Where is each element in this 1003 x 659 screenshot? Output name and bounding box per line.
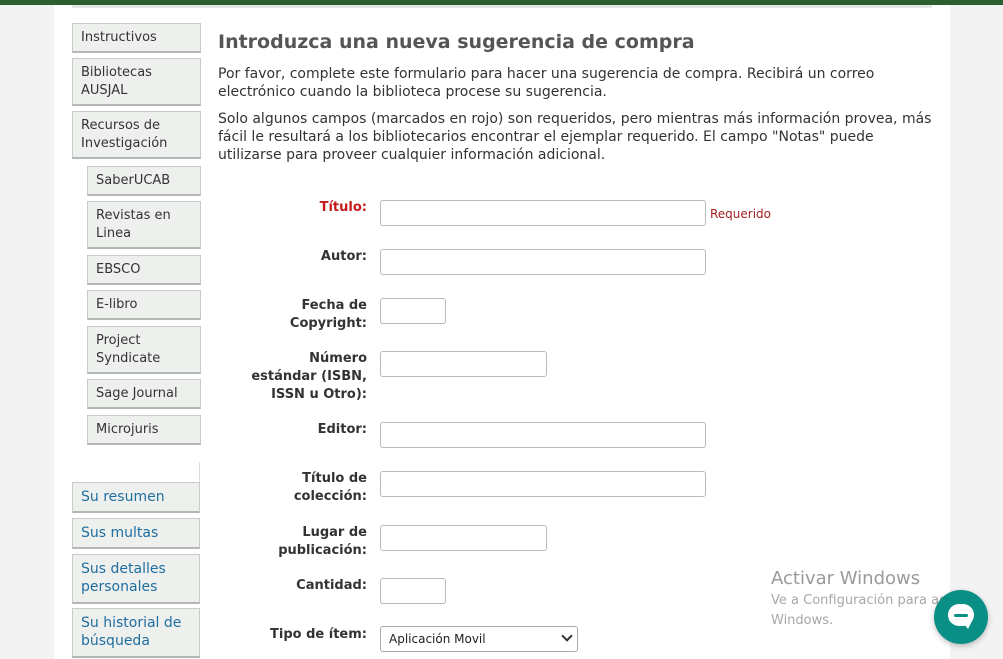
standard-number-label: Número estándar (ISBN, ISSN u Otro): xyxy=(251,351,367,402)
quantity-input[interactable] xyxy=(380,578,446,604)
author-label: Autor: xyxy=(320,249,367,264)
item-type-label: Tipo de ítem: xyxy=(270,627,367,642)
title-input[interactable] xyxy=(380,200,706,226)
copyright-input[interactable] xyxy=(380,298,446,324)
publication-place-label: Lugar de publicación: xyxy=(278,525,367,558)
nav-item-recursos[interactable]: Recursos de Investigación xyxy=(72,111,201,159)
publisher-label: Editor: xyxy=(317,422,367,437)
help-paragraph: Solo algunos campos (marcados en rojo) s… xyxy=(218,111,932,163)
publisher-input[interactable] xyxy=(380,422,706,448)
required-note: Requerido xyxy=(710,207,772,221)
nav-subitem-microjuris[interactable]: Microjuris xyxy=(87,415,201,445)
publication-place-input[interactable] xyxy=(380,525,547,551)
nav-user-multas[interactable]: Sus multas xyxy=(72,518,200,549)
activation-watermark-line3: Windows. xyxy=(771,613,834,628)
chevron-down-icon xyxy=(561,630,573,642)
nav-user-detalles[interactable]: Sus detalles personales xyxy=(72,554,200,604)
collection-title-label: Título de colección: xyxy=(293,471,367,504)
nav-item-instructivos[interactable]: Instructivos xyxy=(72,23,201,53)
nav-user-historial[interactable]: Su historial de búsqueda xyxy=(72,608,200,658)
page-title: Introduzca una nueva sugerencia de compr… xyxy=(218,31,695,53)
chat-button[interactable] xyxy=(934,590,988,644)
nav-subitem-ebsco[interactable]: EBSCO xyxy=(87,255,201,285)
nav-subitem-sage[interactable]: Sage Journal xyxy=(87,379,201,409)
quantity-label: Cantidad: xyxy=(296,578,367,593)
nav-subitem-revistas[interactable]: Revistas en Linea xyxy=(87,201,201,249)
header-shadow xyxy=(72,5,932,8)
intro-paragraph: Por favor, complete este formulario para… xyxy=(218,66,875,100)
item-type-selected: Aplicación Movil xyxy=(389,632,486,646)
nav-user-resumen[interactable]: Su resumen xyxy=(72,482,200,513)
title-label: Título: xyxy=(319,200,367,215)
item-type-select[interactable]: Aplicación Movil xyxy=(380,626,578,652)
nav-subitem-project-syndicate[interactable]: Project Syndicate xyxy=(87,326,201,374)
activation-watermark-title: Activar Windows xyxy=(771,568,921,589)
nav-item-bibliotecas[interactable]: Bibliotecas AUSJAL xyxy=(72,58,201,106)
standard-number-input[interactable] xyxy=(380,351,547,377)
nav-subitem-saberucab[interactable]: SaberUCAB xyxy=(87,166,201,196)
collection-title-input[interactable] xyxy=(380,471,706,497)
nav-subitem-elibro[interactable]: E-libro xyxy=(87,290,201,320)
author-input[interactable] xyxy=(380,249,706,275)
copyright-label: Fecha de Copyright: xyxy=(289,298,367,331)
